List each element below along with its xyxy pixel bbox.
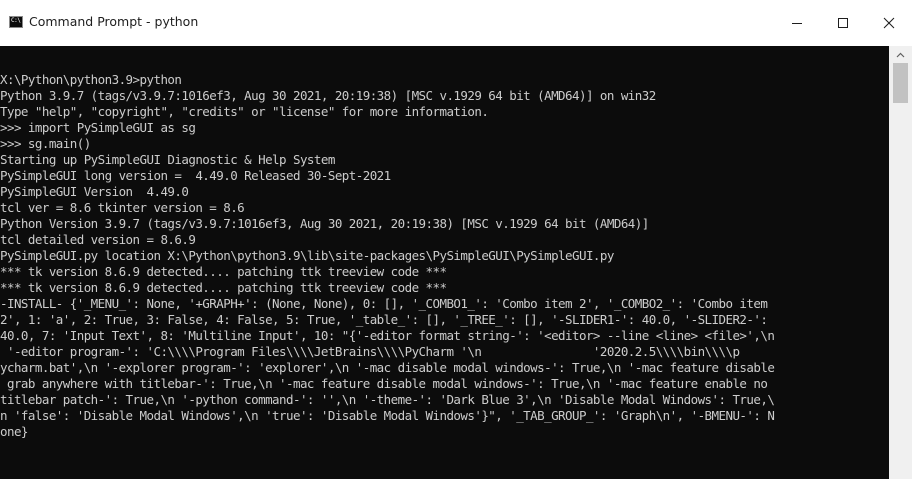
console-line: tcl detailed version = 8.6.9 [0,232,196,247]
console-line: PySimpleGUI.py location X:\Python\python… [0,248,614,263]
console-line: tcl ver = 8.6 tkinter version = 8.6 [0,200,245,215]
minimize-icon [792,23,802,24]
window-title: Command Prompt - python [29,14,199,29]
console-line: -INSTALL- {'_MENU_': None, '+GRAPH+': (N… [0,296,768,311]
vertical-scrollbar[interactable] [889,46,912,479]
console-line: Starting up PySimpleGUI Diagnostic & Hel… [0,152,335,167]
console-line: >>> import PySimpleGUI as sg [0,120,196,135]
console-line: PySimpleGUI long version = 4.49.0 Releas… [0,168,391,183]
console-line: PySimpleGUI Version 4.49.0 [0,184,189,199]
console-line: one} [0,424,28,439]
console-line: n 'false': 'Disable Modal Windows',\n 't… [0,408,775,423]
scroll-thumb[interactable] [893,63,908,103]
console-line: >>> sg.main() [0,136,91,151]
chevron-up-icon [896,52,905,57]
maximize-button[interactable] [820,0,866,46]
command-prompt-window: C:\ Command Prompt - python X:\Python\py… [0,0,912,479]
app-icon-glyph: C:\ [11,17,21,24]
console-line: 40.0, 7: 'Input Text', 8: 'Multiline Inp… [0,328,775,343]
console-line: *** tk version 8.6.9 detected.... patchi… [0,264,447,279]
console-line: *** tk version 8.6.9 detected.... patchi… [0,280,447,295]
console-line: titlebar patch-': True,\n '-python comma… [0,392,775,407]
title-bar[interactable]: C:\ Command Prompt - python [0,0,912,46]
console-output[interactable]: X:\Python\python3.9>python Python 3.9.7 … [0,46,889,479]
console-line: X:\Python\python3.9>python [0,72,182,87]
console-line: Python 3.9.7 (tags/v3.9.7:1016ef3, Aug 3… [0,88,656,103]
maximize-icon [838,18,848,28]
console-line: ycharm.bat',\n '-explorer program-': 'ex… [0,360,775,375]
console-line: Type "help", "copyright", "credits" or "… [0,104,489,119]
console-text: X:\Python\python3.9>python Python 3.9.7 … [0,46,889,440]
console-line: 2', 1: 'a', 2: True, 3: False, 4: False,… [0,312,768,327]
console-line: grab anywhere with titlebar-': True,\n '… [0,376,768,391]
close-icon [883,17,895,29]
close-button[interactable] [866,0,912,46]
scroll-up-button[interactable] [889,46,912,63]
console-line: Python Version 3.9.7 (tags/v3.9.7:1016ef… [0,216,649,231]
minimize-button[interactable] [774,0,820,46]
console-line: '-editor program-': 'C:\\\\Program Files… [0,344,740,359]
command-prompt-icon[interactable]: C:\ [9,16,23,28]
scroll-track[interactable] [889,63,912,479]
